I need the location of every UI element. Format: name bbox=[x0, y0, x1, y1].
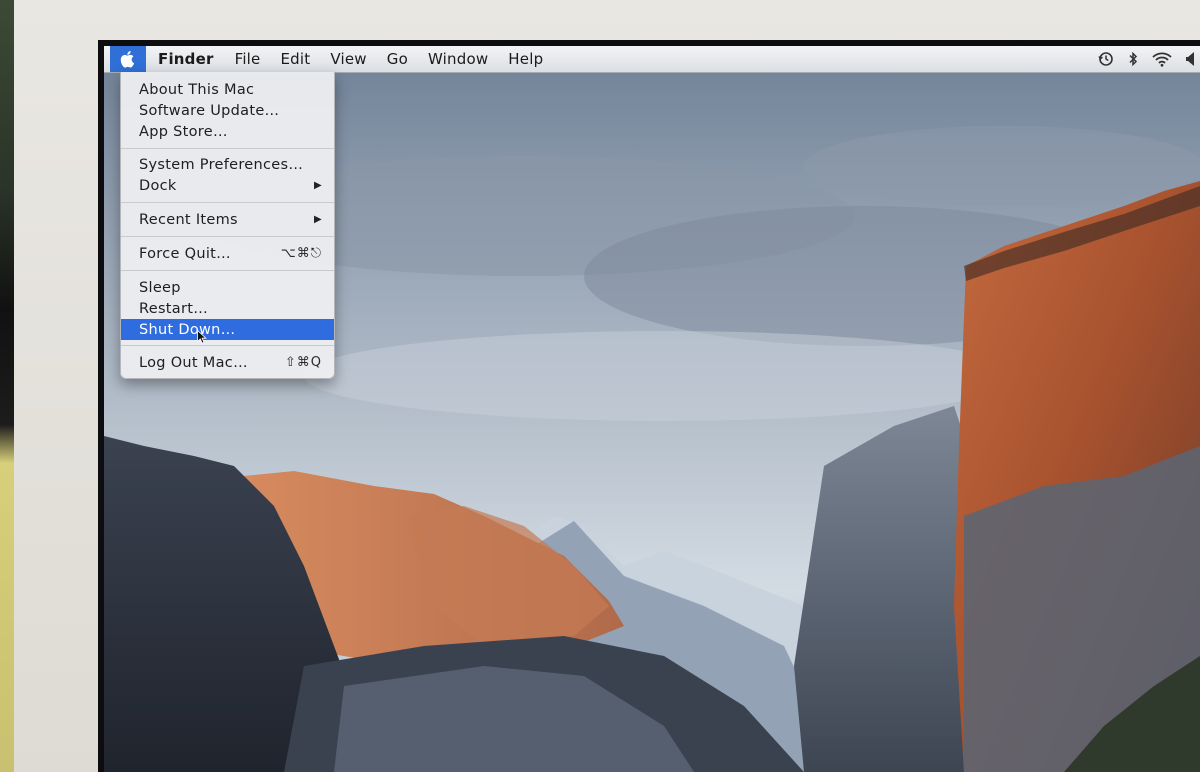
menu-item-software-update[interactable]: Software Update… bbox=[121, 100, 334, 121]
menu-separator bbox=[121, 270, 334, 271]
menu-separator bbox=[121, 202, 334, 203]
volume-icon[interactable] bbox=[1186, 52, 1194, 66]
menu-item-label: App Store… bbox=[139, 123, 228, 140]
menu-item-restart[interactable]: Restart… bbox=[121, 298, 334, 319]
menu-edit[interactable]: Edit bbox=[270, 46, 320, 72]
menu-item-recent-items[interactable]: Recent Items ▶ bbox=[121, 209, 334, 230]
menu-item-label: System Preferences… bbox=[139, 156, 304, 173]
menu-item-force-quit[interactable]: Force Quit… ⌥⌘⎋ bbox=[121, 243, 334, 264]
mouse-pointer-icon bbox=[197, 330, 207, 344]
menu-finder[interactable]: Finder bbox=[146, 46, 225, 72]
menu-item-label: About This Mac bbox=[139, 81, 255, 98]
menu-item-label: Dock bbox=[139, 177, 177, 194]
menu-item-sleep[interactable]: Sleep bbox=[121, 277, 334, 298]
menu-item-log-out[interactable]: Log Out Mac… ⇧⌘Q bbox=[121, 352, 334, 373]
menu-separator bbox=[121, 345, 334, 346]
menu-item-label: Restart… bbox=[139, 300, 209, 317]
submenu-arrow-icon: ▶ bbox=[314, 214, 322, 225]
apple-icon bbox=[120, 51, 135, 68]
menu-help[interactable]: Help bbox=[498, 46, 553, 72]
bluetooth-icon[interactable] bbox=[1128, 51, 1138, 67]
menu-item-about[interactable]: About This Mac bbox=[121, 79, 334, 100]
desktop-screen: Finder File Edit View Go Window Help Abo… bbox=[104, 46, 1200, 772]
menu-go[interactable]: Go bbox=[377, 46, 418, 72]
menu-item-dock[interactable]: Dock ▶ bbox=[121, 175, 334, 196]
menu-window[interactable]: Window bbox=[418, 46, 498, 72]
shortcut-label: ⇧⌘Q bbox=[284, 355, 322, 370]
submenu-arrow-icon: ▶ bbox=[314, 180, 322, 191]
menu-item-label: Recent Items bbox=[139, 211, 238, 228]
menu-item-label: Log Out Mac… bbox=[139, 354, 248, 371]
menu-item-shut-down[interactable]: Shut Down… bbox=[121, 319, 334, 340]
menu-view[interactable]: View bbox=[320, 46, 376, 72]
status-area bbox=[1098, 46, 1200, 72]
menu-item-label: Shut Down… bbox=[139, 321, 236, 338]
apple-dropdown-menu: About This Mac Software Update… App Stor… bbox=[120, 72, 335, 379]
menu-separator bbox=[121, 148, 334, 149]
time-machine-icon[interactable] bbox=[1098, 51, 1114, 67]
menu-bar: Finder File Edit View Go Window Help bbox=[104, 46, 1200, 73]
menu-item-label: Software Update… bbox=[139, 102, 280, 119]
wifi-icon[interactable] bbox=[1152, 52, 1172, 67]
menu-separator bbox=[121, 236, 334, 237]
apple-menu-button[interactable] bbox=[110, 46, 146, 72]
shortcut-label: ⌥⌘⎋ bbox=[280, 246, 322, 261]
menu-file[interactable]: File bbox=[225, 46, 271, 72]
menu-item-system-preferences[interactable]: System Preferences… bbox=[121, 154, 334, 175]
menu-item-app-store[interactable]: App Store… bbox=[121, 121, 334, 142]
menu-item-label: Sleep bbox=[139, 279, 181, 296]
menu-item-label: Force Quit… bbox=[139, 245, 231, 262]
